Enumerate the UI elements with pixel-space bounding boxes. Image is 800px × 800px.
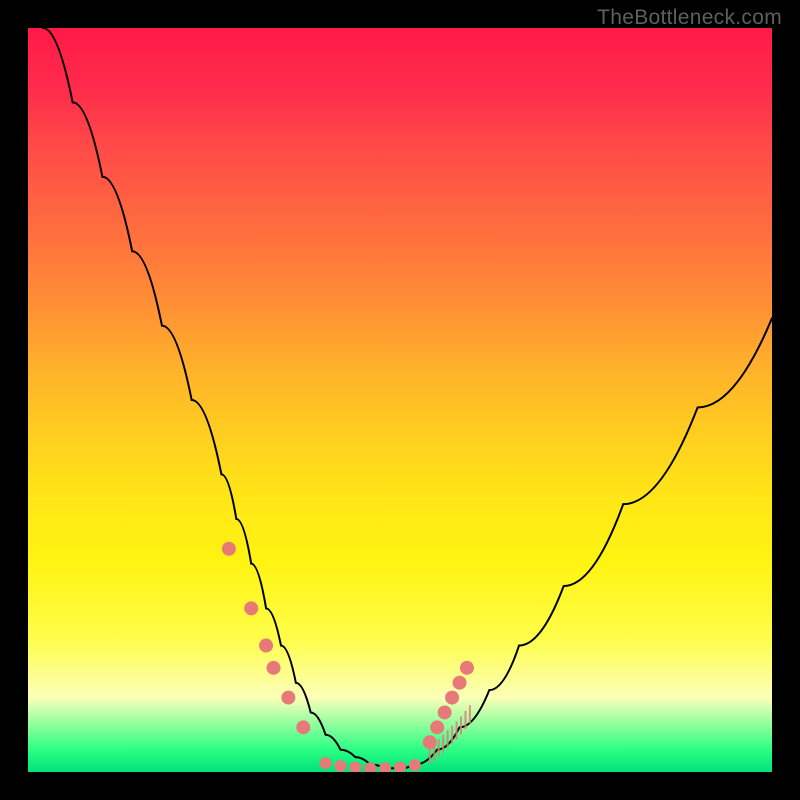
curve-marker: [222, 542, 236, 556]
curve-marker: [349, 762, 361, 772]
curve-marker: [364, 762, 376, 772]
curve-marker: [430, 720, 444, 734]
curve-marker: [423, 735, 437, 749]
curve-marker: [334, 760, 346, 772]
chart-svg-overlay: [28, 28, 772, 772]
curve-marker: [445, 691, 459, 705]
curve-marker: [409, 759, 421, 771]
curve-marker: [259, 639, 273, 653]
curve-marker: [296, 720, 310, 734]
curve-marker: [460, 661, 474, 675]
curve-marker: [281, 691, 295, 705]
curve-marker: [394, 762, 406, 772]
curve-markers-bottom: [320, 757, 421, 772]
curve-marker: [244, 601, 258, 615]
curve-marker: [438, 705, 452, 719]
curve-marker: [379, 762, 391, 772]
curve-marker: [267, 661, 281, 675]
bottleneck-curve: [43, 28, 772, 768]
curve-marker: [453, 676, 467, 690]
curve-markers-left: [222, 542, 310, 735]
attribution-text: TheBottleneck.com: [597, 6, 782, 30]
curve-marker: [320, 757, 332, 769]
chart-plot-area: [28, 28, 772, 772]
